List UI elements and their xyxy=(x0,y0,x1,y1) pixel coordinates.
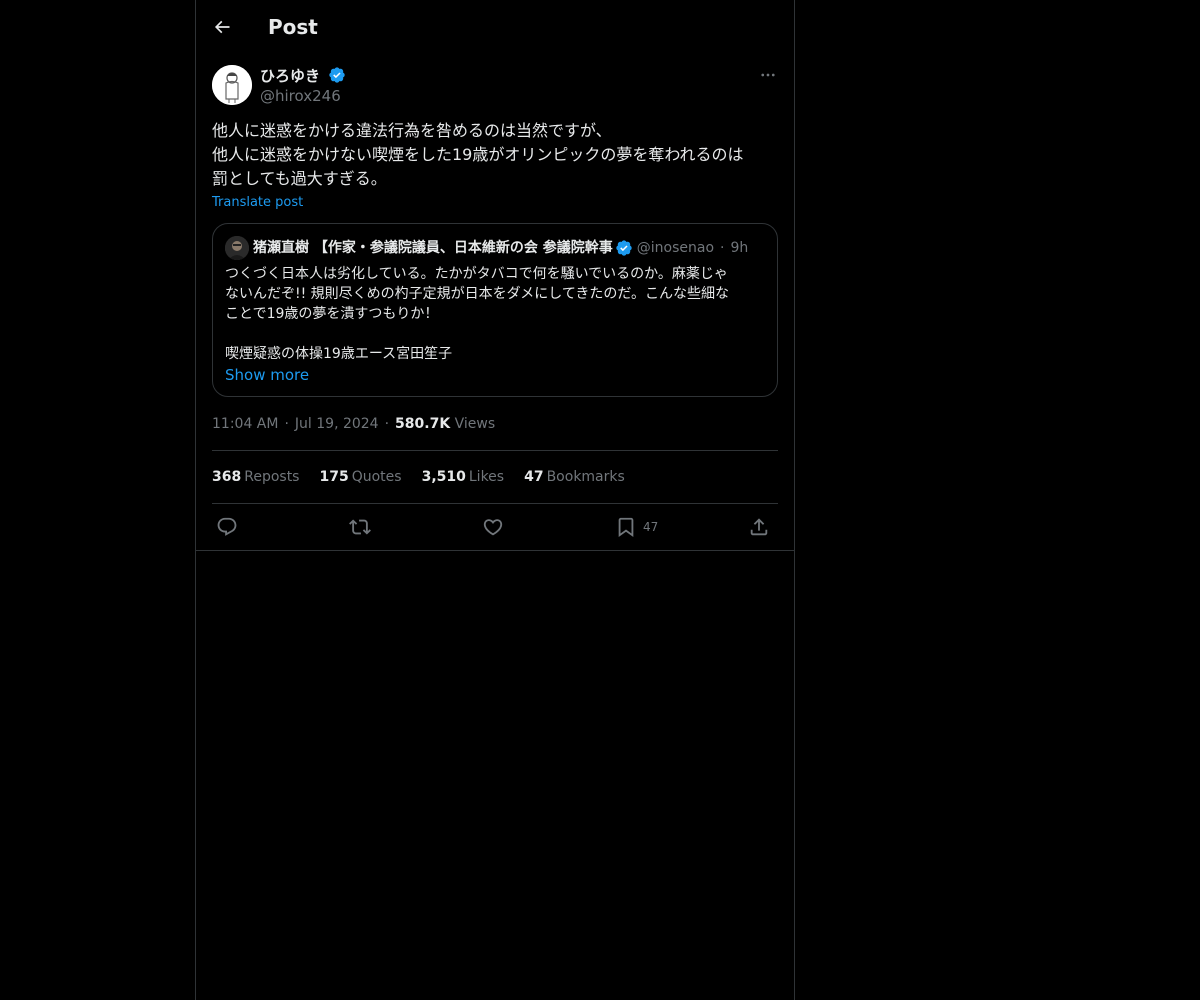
post-text-line: 他人に迷惑をかける違法行為を咎めるのは当然ですが、 xyxy=(212,121,612,140)
arrow-left-icon xyxy=(214,20,230,34)
separator-dot: · xyxy=(384,416,390,432)
divider xyxy=(212,503,778,504)
quote-verified-badge xyxy=(615,239,633,257)
post-author: ひろゆき @hirox246 xyxy=(212,65,778,107)
post-text-line: 罰としても過大すぎる。 xyxy=(212,169,387,188)
reposts-label: Reposts xyxy=(244,469,300,485)
post-date[interactable]: Jul 19, 2024 xyxy=(295,416,379,432)
top-bar: Post xyxy=(196,0,794,53)
post-text: 他人に迷惑をかける違法行為を咎めるのは当然ですが、 他人に迷惑をかけない喫煙をし… xyxy=(212,119,778,191)
like-button[interactable] xyxy=(482,515,504,539)
bookmark-button[interactable]: 47 xyxy=(615,515,658,539)
bookmark-count: 47 xyxy=(643,520,659,534)
quote-text: つくづく日本人は劣化している。たかがタバコで何を騒いでいるのか。麻薬じゃ ないん… xyxy=(225,264,769,364)
quote-text-line: ないんだぞ!! 規則尽くめの杓子定規が日本をダメにしてきたのだ。こんな些細な xyxy=(225,286,729,302)
likes-stat[interactable]: 3,510 Likes xyxy=(422,467,505,487)
more-horizontal-icon xyxy=(761,73,775,77)
author-handle[interactable]: @hirox246 xyxy=(260,86,341,106)
post-text-line: 他人に迷惑をかけない喫煙をした19歳がオリンピックの夢を奪われるのは xyxy=(212,145,744,164)
repost-icon xyxy=(349,519,371,535)
quote-timestamp: 9h xyxy=(730,240,749,256)
quotes-count: 175 xyxy=(319,469,349,485)
author-name[interactable]: ひろゆき xyxy=(260,66,346,86)
likes-label: Likes xyxy=(468,469,505,485)
post-time[interactable]: 11:04 AM xyxy=(212,416,278,432)
more-options-button[interactable] xyxy=(758,65,778,85)
quote-author-name: 猪瀬直樹 【作家・参議院議員、日本維新の会 参議院幹事 xyxy=(253,240,613,256)
post-meta: 11:04 AM · Jul 19, 2024 · 580.7K Views xyxy=(212,414,495,434)
quote-author-handle: @inosenao xyxy=(636,240,715,256)
show-more-link[interactable]: Show more xyxy=(225,365,309,385)
quote-text-line: つくづく日本人は劣化している。たかがタバコで何を騒いでいるのか。麻薬じゃ xyxy=(225,266,728,282)
divider xyxy=(196,550,794,551)
quote-text-line xyxy=(225,324,769,344)
quote-author-avatar xyxy=(225,236,249,260)
reply-button[interactable] xyxy=(216,515,238,539)
quoted-post[interactable]: 猪瀬直樹 【作家・参議院議員、日本維新の会 参議院幹事 @inosenao · … xyxy=(212,223,778,397)
bookmarks-label: Bookmarks xyxy=(546,469,625,485)
translate-post-link[interactable]: Translate post xyxy=(212,194,303,212)
engagement-stats: 368 Reposts 175 Quotes 3,510 Likes 47 Bookma… xyxy=(212,467,625,487)
separator-dot: · xyxy=(284,416,289,432)
likes-count: 3,510 xyxy=(421,469,466,485)
divider xyxy=(212,450,778,451)
verified-badge-icon xyxy=(329,67,345,83)
share-button[interactable] xyxy=(748,515,770,539)
reposts-stat[interactable]: 368 Reposts xyxy=(212,467,299,487)
author-avatar[interactable] xyxy=(212,65,252,105)
quote-text-line: ことで19歳の夢を潰すつもりか！ xyxy=(225,306,439,322)
reply-icon xyxy=(217,517,237,536)
quote-text-line: 喫煙疑惑の体操19歳エース宮田笙子 xyxy=(225,346,453,362)
quotes-stat[interactable]: 175 Quotes xyxy=(319,467,401,487)
bookmarks-count: 47 xyxy=(524,469,544,485)
back-button[interactable] xyxy=(212,13,232,41)
action-bar: 47 xyxy=(212,512,778,542)
verified-badge-icon xyxy=(616,240,632,256)
views-count: 580.7K xyxy=(395,416,451,432)
author-name-text: ひろゆき xyxy=(260,67,321,85)
views-label: Views xyxy=(454,416,496,432)
bookmark-icon xyxy=(618,517,634,538)
share-icon xyxy=(750,518,768,536)
bookmarks-stat[interactable]: 47 Bookmarks xyxy=(524,467,625,487)
post-detail-column: Post ひろゆき @hirox246 他人に迷惑をかける違法行為を咎めるのは当… xyxy=(195,0,795,1000)
quotes-label: Quotes xyxy=(351,469,402,485)
avatar-illustration xyxy=(212,65,252,105)
heart-icon xyxy=(483,519,503,536)
page-title: Post xyxy=(268,15,318,39)
quote-avatar-illustration xyxy=(225,236,249,260)
separator-dot: · xyxy=(720,240,725,256)
reposts-count: 368 xyxy=(212,469,242,485)
repost-button[interactable] xyxy=(349,515,371,539)
quote-header: 猪瀬直樹 【作家・参議院議員、日本維新の会 参議院幹事 @inosenao · … xyxy=(253,237,767,259)
